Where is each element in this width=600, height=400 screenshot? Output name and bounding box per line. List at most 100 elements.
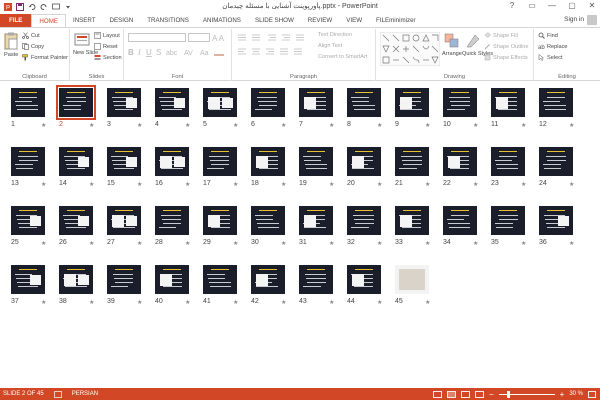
slide-thumbnail[interactable] (299, 265, 333, 294)
font-format-icons[interactable]: B I U Sabc AV Aa (128, 47, 228, 57)
transition-star-icon[interactable]: ★ (137, 122, 142, 129)
slide-thumbnail[interactable] (251, 88, 285, 117)
slide-thumbnail[interactable] (203, 265, 237, 294)
start-slideshow-icon[interactable] (52, 3, 60, 11)
slide-thumbnail[interactable] (59, 147, 93, 176)
slide-show-view-button[interactable] (474, 390, 484, 398)
slide-thumbnail[interactable] (11, 265, 45, 294)
fit-to-window-button[interactable] (588, 390, 596, 398)
transition-star-icon[interactable]: ★ (41, 122, 46, 129)
cut-button[interactable]: Cut (22, 32, 40, 39)
slide-thumbnail[interactable] (299, 88, 333, 117)
zoom-slider-thumb[interactable] (506, 390, 510, 398)
transition-star-icon[interactable]: ★ (521, 122, 526, 129)
close-button[interactable]: ✕ (586, 1, 598, 10)
save-icon[interactable] (16, 2, 24, 11)
slide-thumbnail[interactable] (107, 147, 141, 176)
transition-star-icon[interactable]: ★ (425, 240, 430, 247)
transition-star-icon[interactable]: ★ (425, 122, 430, 129)
transition-star-icon[interactable]: ★ (521, 240, 526, 247)
select-button[interactable]: Select (538, 54, 563, 61)
transition-star-icon[interactable]: ★ (377, 122, 382, 129)
transition-star-icon[interactable]: ★ (233, 299, 238, 306)
reading-view-button[interactable] (460, 390, 470, 398)
slide-thumbnail[interactable] (443, 206, 477, 235)
quick-styles-icon[interactable] (465, 33, 481, 49)
slide-thumbnail[interactable] (56, 85, 96, 120)
tab-file[interactable]: FILE (0, 14, 32, 27)
transition-star-icon[interactable]: ★ (569, 181, 574, 188)
slide-thumbnail[interactable] (203, 147, 237, 176)
slide-thumbnail[interactable] (203, 88, 237, 117)
find-button[interactable]: Find (538, 32, 558, 39)
slide-thumbnail[interactable] (299, 147, 333, 176)
reset-button[interactable]: Reset (94, 43, 118, 50)
zoom-level[interactable]: 30 % (569, 391, 583, 397)
transition-star-icon[interactable]: ★ (233, 240, 238, 247)
shape-effects-button[interactable]: Shape Effects (484, 54, 528, 61)
tab-transitions[interactable]: TRANSITIONS (140, 14, 196, 27)
slide-thumbnail[interactable] (491, 147, 525, 176)
slide-thumbnail[interactable] (539, 147, 573, 176)
tab-view[interactable]: VIEW (339, 14, 369, 27)
transition-star-icon[interactable]: ★ (233, 122, 238, 129)
slide-thumbnail[interactable] (395, 88, 429, 117)
tab-slide-show[interactable]: SLIDE SHOW (248, 14, 301, 27)
replace-button[interactable]: ab Replace (538, 43, 568, 51)
maximize-button[interactable]: ▢ (566, 1, 578, 10)
transition-star-icon[interactable]: ★ (425, 181, 430, 188)
transition-star-icon[interactable]: ★ (473, 240, 478, 247)
tab-fileminimizer[interactable]: FILEminimizer (369, 14, 423, 27)
transition-star-icon[interactable]: ★ (233, 181, 238, 188)
format-painter-button[interactable]: Format Painter (22, 54, 68, 61)
transition-star-icon[interactable]: ★ (329, 181, 334, 188)
transition-star-icon[interactable]: ★ (425, 299, 430, 306)
ribbon-display-button[interactable]: ▭ (526, 1, 538, 10)
transition-star-icon[interactable]: ★ (185, 122, 190, 129)
arrange-button[interactable]: Arrange (442, 51, 462, 57)
slide-thumbnail[interactable] (11, 147, 45, 176)
font-name-combo[interactable] (128, 33, 186, 42)
slide-thumbnail[interactable] (107, 206, 141, 235)
transition-star-icon[interactable]: ★ (329, 122, 334, 129)
slide-thumbnail[interactable] (491, 88, 525, 117)
shapes-gallery-icon[interactable] (380, 32, 440, 66)
slide-thumbnail[interactable] (59, 265, 93, 294)
slide-thumbnail[interactable] (155, 265, 189, 294)
shape-fill-button[interactable]: Shape Fill (484, 32, 518, 39)
slide-thumbnail[interactable] (347, 88, 381, 117)
transition-star-icon[interactable]: ★ (89, 299, 94, 306)
transition-star-icon[interactable]: ★ (185, 240, 190, 247)
slide-thumbnail[interactable] (155, 147, 189, 176)
list-icons[interactable] (236, 33, 316, 42)
slide-thumbnail[interactable] (347, 206, 381, 235)
copy-button[interactable]: Copy (22, 43, 44, 50)
slide-thumbnail[interactable] (11, 206, 45, 235)
undo-icon[interactable] (28, 3, 36, 11)
shape-outline-button[interactable]: Shape Outline (484, 43, 528, 50)
zoom-slider[interactable] (498, 390, 555, 398)
minimize-button[interactable]: — (546, 1, 558, 10)
normal-view-button[interactable] (432, 390, 442, 398)
slide-thumbnail[interactable] (491, 206, 525, 235)
customize-qat-icon[interactable] (64, 3, 72, 11)
transition-star-icon[interactable]: ★ (185, 299, 190, 306)
transition-star-icon[interactable]: ★ (473, 181, 478, 188)
align-icons[interactable] (236, 47, 316, 56)
transition-star-icon[interactable]: ★ (329, 299, 334, 306)
slide-thumbnail[interactable] (443, 147, 477, 176)
transition-star-icon[interactable]: ★ (137, 299, 142, 306)
transition-star-icon[interactable]: ★ (377, 299, 382, 306)
convert-smartart-button[interactable]: Convert to SmartArt (318, 54, 367, 60)
layout-button[interactable]: Layout (94, 32, 120, 39)
proofing-icon[interactable] (53, 390, 62, 398)
avatar[interactable] (587, 15, 597, 25)
transition-star-icon[interactable]: ★ (41, 181, 46, 188)
transition-star-icon[interactable]: ★ (473, 122, 478, 129)
transition-star-icon[interactable]: ★ (329, 240, 334, 247)
transition-star-icon[interactable]: ★ (521, 181, 526, 188)
slide-thumbnail[interactable] (155, 206, 189, 235)
transition-star-icon[interactable]: ★ (377, 240, 382, 247)
font-size-combo[interactable] (188, 33, 210, 42)
slide-thumbnail[interactable] (395, 265, 429, 294)
